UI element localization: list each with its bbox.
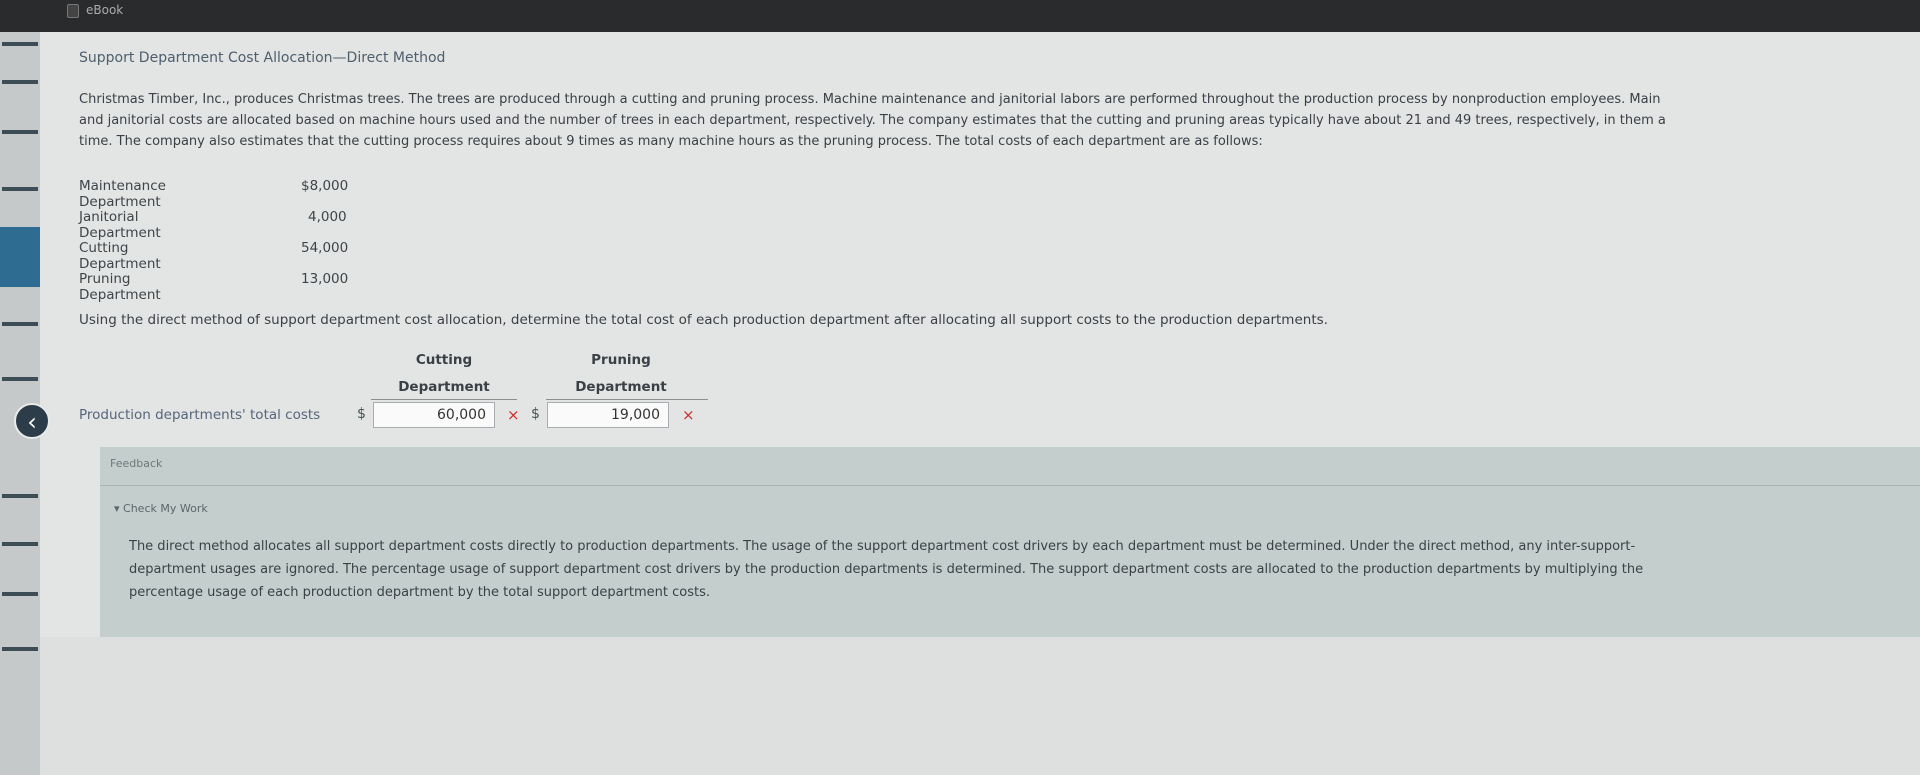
rail-mark xyxy=(2,494,38,498)
chevron-left-icon[interactable]: ‹ xyxy=(14,403,50,439)
feedback-line: department usages are ignored. The perce… xyxy=(129,562,1644,577)
page-icon xyxy=(67,4,79,18)
cost-value: 4,000 xyxy=(308,209,347,225)
rail-mark xyxy=(2,592,38,596)
column-header-pruning: Pruning Department xyxy=(556,347,686,401)
intro-line: time. The company also estimates that th… xyxy=(79,134,1263,149)
answer-row: Production departments' total costs $ × … xyxy=(79,402,719,430)
pruning-total-input[interactable] xyxy=(547,402,669,428)
rail-mark xyxy=(2,647,38,651)
cost-value: 13,000 xyxy=(301,271,349,287)
instruction-text: Using the direct method of support depar… xyxy=(79,312,1328,328)
problem-statement: Christmas Timber, Inc., produces Christm… xyxy=(79,89,1909,152)
rail-mark xyxy=(2,377,38,381)
rail-mark xyxy=(2,542,38,546)
cost-label: Janitorial Department xyxy=(79,209,161,241)
column-header-line: Department xyxy=(575,379,667,395)
feedback-title: Feedback xyxy=(110,457,163,470)
column-header-cutting: Cutting Department xyxy=(379,347,509,401)
cost-label: Cutting Department xyxy=(79,240,161,272)
tab-title[interactable]: eBook xyxy=(86,3,123,17)
column-header-line: Pruning xyxy=(591,352,651,368)
cost-label: Maintenance Department xyxy=(79,178,166,210)
rail-mark xyxy=(2,80,38,84)
feedback-line: The direct method allocates all support … xyxy=(129,539,1636,554)
feedback-text: The direct method allocates all support … xyxy=(129,535,1919,604)
header-rule xyxy=(371,399,517,400)
column-header-line: Cutting xyxy=(415,352,473,368)
cost-label: Pruning Department xyxy=(79,271,161,303)
rail-mark xyxy=(2,130,38,134)
cutting-total-input[interactable] xyxy=(373,402,495,428)
rail-active-item[interactable] xyxy=(0,227,40,287)
check-my-work-label: Check My Work xyxy=(123,502,208,515)
row-label: Production departments' total costs xyxy=(79,407,321,423)
page-footer-area xyxy=(40,637,1920,775)
rail-mark xyxy=(2,187,38,191)
divider xyxy=(100,485,1920,486)
top-bar: eBook xyxy=(0,0,1920,32)
feedback-line: percentage usage of each production depa… xyxy=(129,585,710,600)
column-header-line: Department xyxy=(398,379,490,395)
cost-value: $8,000 xyxy=(301,178,349,194)
triangle-down-icon: ▾ xyxy=(114,502,120,515)
check-my-work-toggle[interactable]: ▾ Check My Work xyxy=(114,502,208,515)
x-mark-icon: × xyxy=(507,406,520,424)
currency-symbol: $ xyxy=(531,406,540,422)
cost-value: 54,000 xyxy=(301,240,349,256)
currency-symbol: $ xyxy=(357,406,366,422)
intro-line: and janitorial costs are allocated based… xyxy=(79,113,1666,128)
rail-mark xyxy=(2,42,38,46)
feedback-panel: Feedback ▾ Check My Work The direct meth… xyxy=(100,447,1920,637)
intro-line: Christmas Timber, Inc., produces Christm… xyxy=(79,92,1661,107)
x-mark-icon: × xyxy=(682,406,695,424)
section-title: Support Department Cost Allocation—Direc… xyxy=(79,50,446,66)
rail-mark xyxy=(2,322,38,326)
header-rule xyxy=(546,399,708,400)
